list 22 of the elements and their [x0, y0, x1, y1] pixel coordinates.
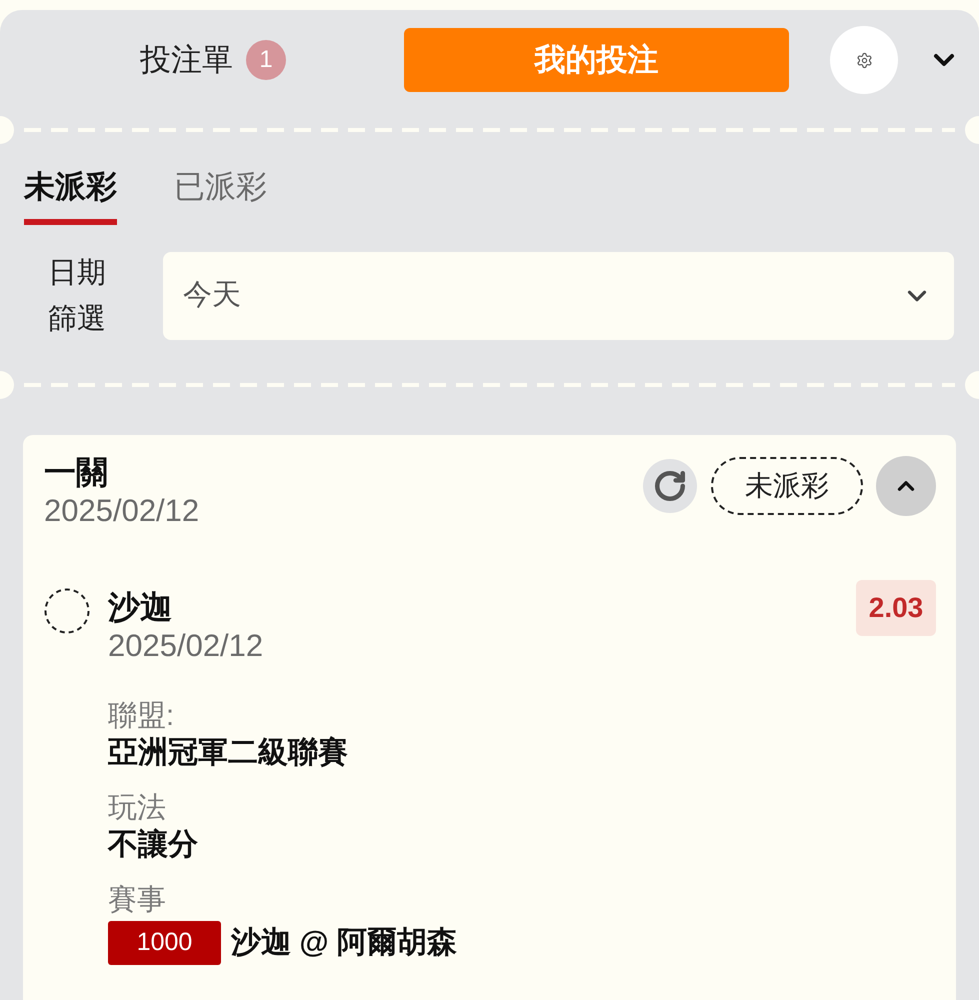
bet-date: 2025/02/12	[44, 492, 200, 530]
selection-name: 沙迦	[108, 588, 172, 627]
betslip-title: 投注單	[140, 41, 233, 79]
settings-icon	[856, 52, 872, 68]
odds-value: 2.03	[856, 580, 936, 636]
bet-status: 未派彩	[711, 457, 863, 515]
event-id-tag: 1000	[108, 921, 221, 965]
detail-value: 沙迦 @ 阿爾胡森	[231, 925, 457, 961]
dashed-circle-icon	[44, 588, 90, 634]
detail-value: 不讓分	[108, 827, 198, 863]
date-filter-label: 日期篩選	[48, 256, 107, 337]
detail-label: 賽事	[108, 883, 166, 918]
leg-date: 2025/02/12	[108, 627, 264, 665]
tab[interactable]: 已派彩	[174, 169, 267, 225]
tab[interactable]: 未派彩	[24, 169, 117, 225]
bet-count: 1	[246, 40, 286, 80]
detail-value: 亞洲冠軍二級聯賽	[108, 735, 348, 771]
refresh-icon	[653, 469, 687, 503]
bet-type: 一關	[44, 453, 108, 492]
detail-label: 聯盟:	[108, 699, 174, 734]
date-filter-select[interactable]: 今天	[163, 252, 954, 340]
detail-label: 玩法	[108, 791, 166, 826]
